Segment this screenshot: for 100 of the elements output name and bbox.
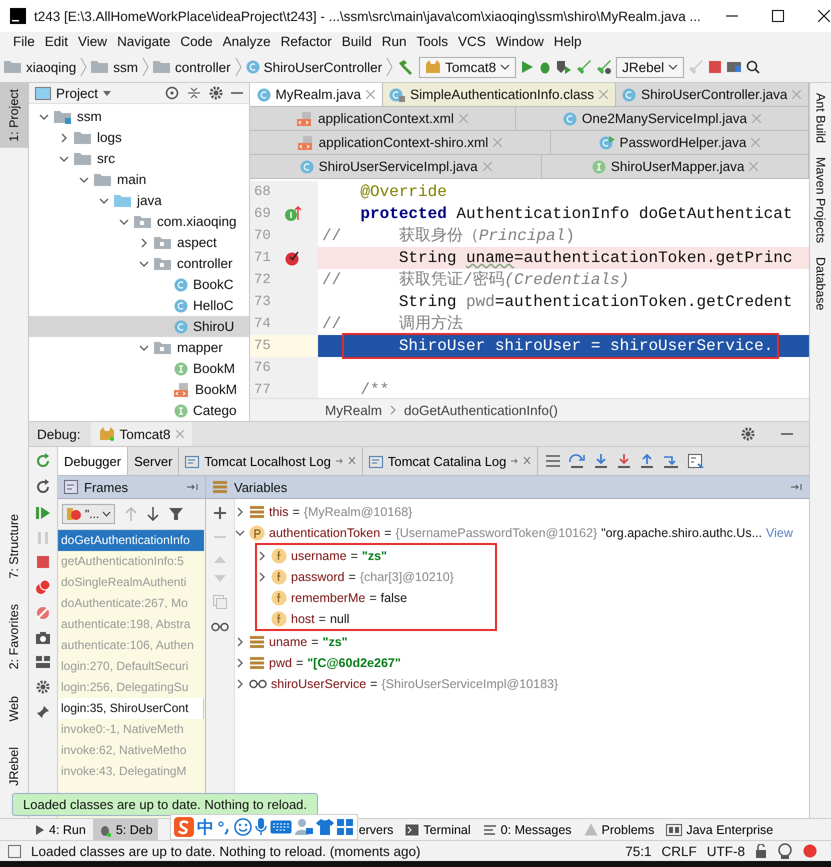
tool-window-tab[interactable]: Ant Build xyxy=(814,93,828,144)
variable-row[interactable]: shiroUserService = {ShiroUserServiceImpl@10183} xyxy=(235,673,558,694)
tree-item[interactable]: src xyxy=(29,148,249,169)
variable-row[interactable]: uname = "zs" xyxy=(235,631,348,652)
variable-row[interactable]: password = {char[3]@10210} xyxy=(257,566,454,587)
filter-icon[interactable] xyxy=(169,507,184,521)
tool-window-tab[interactable]: Database xyxy=(814,257,828,311)
menu-item[interactable]: Refactor xyxy=(276,32,337,52)
pin-close-icon[interactable] xyxy=(336,457,356,465)
menu-item[interactable]: Window xyxy=(490,32,549,52)
tree-item[interactable]: main xyxy=(29,169,249,190)
stack-frame[interactable]: doGetAuthenticationInfo xyxy=(58,530,204,551)
settings-icon[interactable] xyxy=(35,679,51,695)
camera-icon[interactable] xyxy=(35,631,51,645)
tree-item[interactable]: Catego xyxy=(29,400,249,421)
variable-row[interactable]: this = {MyRealm@10168} xyxy=(235,501,412,522)
resume-icon[interactable] xyxy=(35,505,51,521)
tool-window-tab[interactable]: JRebel xyxy=(0,741,28,792)
nav-breadcrumb[interactable]: xiaoqing xyxy=(4,60,76,74)
cursor-position[interactable]: 75:1 xyxy=(625,844,652,858)
evaluate-icon[interactable] xyxy=(688,454,704,468)
editor-breadcrumb[interactable]: doGetAuthenticationInfo() xyxy=(404,402,558,418)
editor-tab[interactable]: SimpleAuthenticationInfo.class xyxy=(382,83,616,106)
editor-tab[interactable]: One2ManyServiceImpl.java xyxy=(516,107,809,130)
editor-tab[interactable]: PasswordHelper.java xyxy=(550,131,809,154)
refresh-icon[interactable] xyxy=(35,479,51,495)
tree-item[interactable]: BookM xyxy=(29,358,249,379)
tree-item[interactable]: com.xiaoqing xyxy=(29,211,249,232)
menu-item[interactable]: View xyxy=(73,32,112,52)
tree-item[interactable]: java xyxy=(29,190,249,211)
sogou-logo-icon[interactable] xyxy=(174,817,194,837)
shield-run-icon[interactable] xyxy=(556,60,572,74)
debug-tab[interactable]: Tomcat Localhost Log xyxy=(179,447,363,475)
menu-item[interactable]: Run xyxy=(376,32,412,52)
tool-window-tab[interactable]: 4: Run xyxy=(30,819,91,840)
run-to-cursor-icon[interactable] xyxy=(663,454,680,468)
lock-icon[interactable] xyxy=(755,844,767,858)
line-separator[interactable]: CRLF xyxy=(661,844,697,858)
variable-row[interactable]: username = "zs" xyxy=(257,545,387,566)
settings-icon[interactable] xyxy=(741,427,755,441)
down-arrow-icon[interactable] xyxy=(147,507,160,521)
nav-breadcrumb[interactable]: controller xyxy=(153,60,231,74)
debug-tab[interactable]: Debugger xyxy=(58,447,128,475)
tool-window-tab[interactable]: Terminal xyxy=(400,819,476,840)
variable-row[interactable]: rememberMe = false xyxy=(257,587,408,608)
tool-window-tab[interactable]: Java Enterprise xyxy=(661,819,778,840)
step-into-icon[interactable] xyxy=(594,454,608,468)
menu-item[interactable]: Tools xyxy=(412,32,454,52)
rerun-icon[interactable] xyxy=(35,453,51,469)
tree-item[interactable]: HelloC xyxy=(29,295,249,316)
microphone-icon[interactable] xyxy=(255,818,267,836)
tool-window-tab[interactable]: 0: Messages xyxy=(478,819,577,840)
grid-icon[interactable] xyxy=(337,819,353,835)
menu-item[interactable]: Code xyxy=(175,32,218,52)
tree-item[interactable]: controller xyxy=(29,253,249,274)
debug-tab[interactable]: Server xyxy=(128,447,180,475)
editor-breadcrumb[interactable]: MyRealm xyxy=(325,402,382,418)
menu-item[interactable]: Analyze xyxy=(218,32,276,52)
editor-tab[interactable]: applicationContext-shiro.xml xyxy=(250,131,551,154)
nav-breadcrumb[interactable]: ssm xyxy=(91,60,138,74)
tool-window-tab[interactable]: 5: Deb xyxy=(92,819,158,840)
shirt-icon[interactable] xyxy=(316,819,334,835)
bug-icon[interactable] xyxy=(538,60,552,74)
keyboard-icon[interactable] xyxy=(270,819,292,835)
tree-item[interactable]: aspect xyxy=(29,232,249,253)
punctuation-icon[interactable] xyxy=(217,819,231,835)
run-config-dropdown[interactable]: Tomcat8 xyxy=(419,56,516,78)
force-step-into-icon[interactable] xyxy=(617,454,632,468)
variable-row[interactable]: host = null xyxy=(257,608,350,629)
project-structure-icon[interactable] xyxy=(726,60,742,74)
input-mode-toggle[interactable]: 中 xyxy=(197,816,214,838)
jrebel-dropdown[interactable]: JRebel xyxy=(616,56,684,78)
editor-tab[interactable]: ShiroUserController.java xyxy=(616,83,809,106)
view-link[interactable]: View xyxy=(766,526,793,540)
stop-icon[interactable] xyxy=(708,60,722,74)
frames-list-icon[interactable] xyxy=(546,455,560,467)
smiley-icon[interactable] xyxy=(234,818,252,836)
tree-item[interactable]: ssm xyxy=(29,106,249,127)
tree-item[interactable]: logs xyxy=(29,127,249,148)
tree-item[interactable]: BookM xyxy=(29,379,249,400)
search-icon[interactable] xyxy=(746,60,760,74)
run-icon[interactable] xyxy=(520,60,534,74)
tool-window-tab[interactable]: ervers xyxy=(354,819,398,840)
locate-icon[interactable] xyxy=(165,86,179,100)
menu-item[interactable]: Build xyxy=(336,32,377,52)
tool-window-tab[interactable]: Maven Projects xyxy=(814,157,828,244)
menu-item[interactable]: Help xyxy=(548,32,587,52)
tool-window-tab[interactable]: 2: Favorites xyxy=(0,598,28,676)
collapse-all-icon[interactable] xyxy=(187,86,201,100)
tree-item[interactable]: BookC xyxy=(29,274,249,295)
thread-dropdown[interactable]: "... xyxy=(62,504,116,524)
jrebel-icon[interactable] xyxy=(803,844,817,858)
debug-session-tab[interactable]: Tomcat8 xyxy=(90,422,192,446)
tool-window-tab[interactable]: 7: Structure xyxy=(0,508,28,584)
stack-frame[interactable]: login:35, ShiroUserCont xyxy=(58,698,204,719)
add-icon[interactable] xyxy=(214,507,226,519)
tree-item[interactable]: mapper xyxy=(29,337,249,358)
menu-item[interactable]: File xyxy=(8,32,40,52)
tool-window-tab[interactable]: Web xyxy=(0,690,28,728)
editor-tab[interactable]: applicationContext.xml xyxy=(250,107,516,130)
